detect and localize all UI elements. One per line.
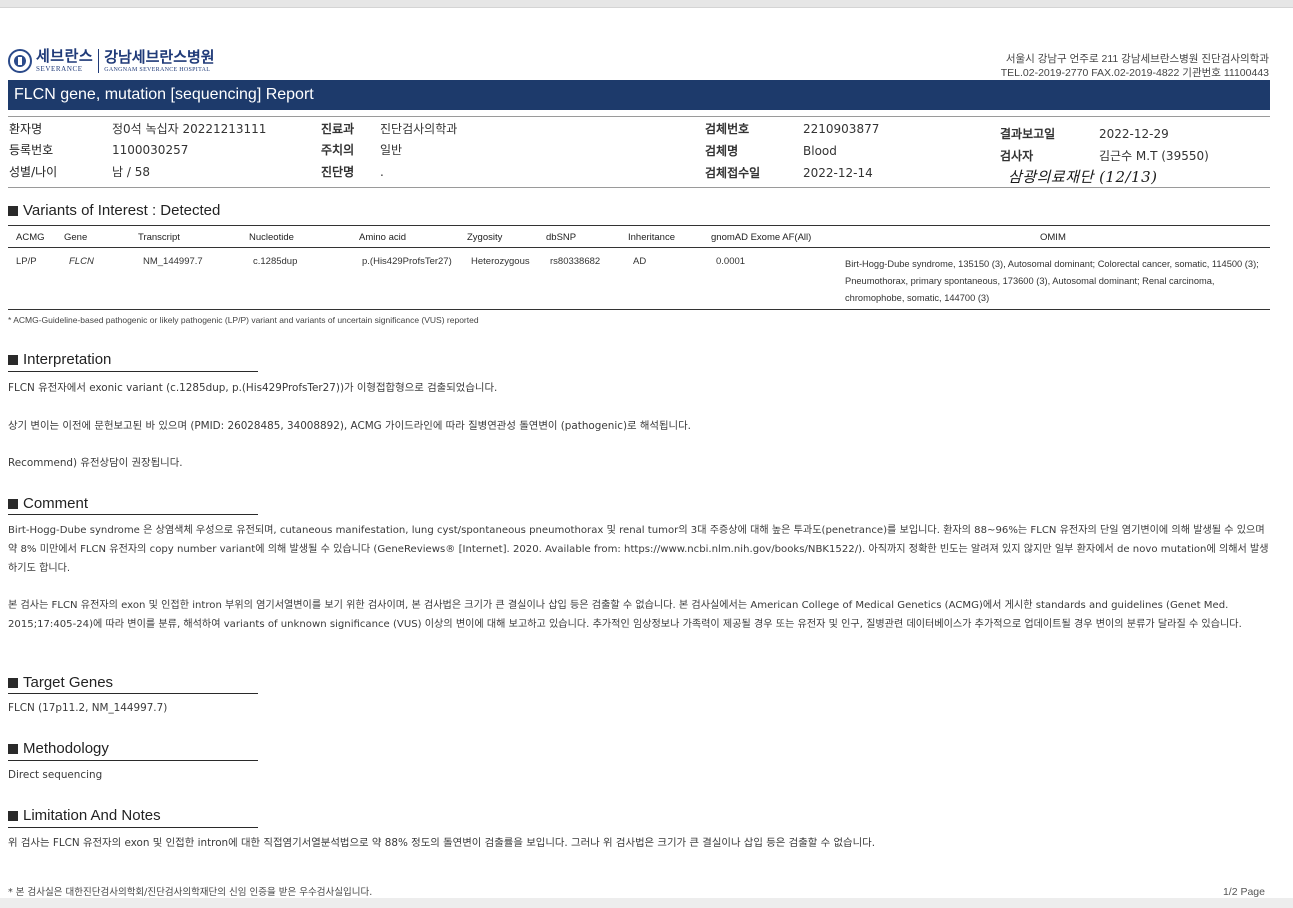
target-genes-rule bbox=[8, 693, 258, 694]
square-bullet-icon bbox=[8, 677, 18, 688]
col-nucleotide: Nucleotide bbox=[249, 232, 294, 243]
square-bullet-icon bbox=[8, 498, 18, 509]
col-gene: Gene bbox=[64, 232, 88, 243]
square-bullet-icon bbox=[8, 205, 18, 216]
interpretation-p3: Recommend) 유전상담이 권장됩니다. bbox=[8, 457, 183, 469]
limitation-text: 위 검사는 FLCN 유전자의 exon 및 인접한 intron에 대한 직접… bbox=[8, 837, 876, 849]
specimen-no-value: 2210903877 bbox=[803, 122, 880, 136]
cell-gnomad: 0.0001 bbox=[716, 256, 746, 267]
sex-age-value: 남 / 58 bbox=[112, 165, 150, 179]
table-bottom-rule bbox=[8, 309, 1270, 310]
cell-transcript: NM_144997.7 bbox=[143, 256, 203, 267]
info-bottom-rule bbox=[8, 187, 1270, 188]
severance-seal-icon bbox=[8, 49, 32, 73]
examiner-value: 김근수 M.T (39550) bbox=[1099, 149, 1209, 163]
report-page: 세브란스 SEVERANCE 강남세브란스병원 GANGNAM SEVERANC… bbox=[0, 0, 1293, 908]
interpretation-p1: FLCN 유전자에서 exonic variant (c.1285dup, p.… bbox=[8, 382, 498, 394]
info-top-rule bbox=[8, 116, 1270, 117]
received-date-label: 검체접수일 bbox=[705, 166, 761, 180]
doctor-value: 일반 bbox=[380, 143, 403, 157]
square-bullet-icon bbox=[8, 743, 18, 754]
page-number: 1/2 Page bbox=[1222, 886, 1265, 898]
brand-gangnam-en: GANGNAM SEVERANCE HOSPITAL bbox=[104, 66, 211, 73]
patient-name-label: 환자명 bbox=[9, 122, 43, 136]
accreditation-note: * 본 검사실은 대한진단검사의학회/진단검사의학재단의 신임 인증을 받은 우… bbox=[8, 887, 373, 898]
col-transcript: Transcript bbox=[138, 232, 180, 243]
sex-age-label: 성별/나이 bbox=[9, 165, 58, 179]
diagnosis-label: 진단명 bbox=[321, 165, 355, 179]
examiner-label: 검사자 bbox=[1000, 149, 1034, 163]
methodology-heading-text: Methodology bbox=[23, 740, 109, 757]
report-title: FLCN gene, mutation [sequencing] Report bbox=[8, 80, 1270, 110]
hospital-address: 서울시 강남구 언주로 211 강남세브란스병원 진단검사의학과 TEL.02-… bbox=[1001, 52, 1269, 80]
brand-divider bbox=[98, 49, 100, 73]
limitation-heading-text: Limitation And Notes bbox=[23, 807, 161, 824]
diagnosis-value: . bbox=[380, 165, 384, 179]
square-bullet-icon bbox=[8, 354, 18, 365]
interpretation-p2: 상기 변이는 이전에 문헌보고된 바 있으며 (PMID: 26028485, … bbox=[8, 420, 691, 432]
col-acmg: ACMG bbox=[16, 232, 45, 243]
address-line-2: TEL.02-2019-2770 FAX.02-2019-4822 기관번호 1… bbox=[1000, 67, 1269, 79]
hospital-logo: 세브란스 SEVERANCE 강남세브란스병원 GANGNAM SEVERANC… bbox=[8, 46, 215, 76]
brand-severance: 세브란스 SEVERANCE bbox=[36, 49, 93, 73]
brand-gangnam-ko: 강남세브란스병원 bbox=[104, 47, 215, 66]
brand-gangnam: 강남세브란스병원 GANGNAM SEVERANCE HOSPITAL bbox=[104, 47, 215, 73]
col-amino-acid: Amino acid bbox=[359, 232, 406, 243]
cell-gene: FLCN bbox=[69, 256, 94, 267]
brand-severance-en: SEVERANCE bbox=[36, 65, 83, 73]
address-line-1: 서울시 강남구 언주로 211 강남세브란스병원 진단검사의학과 bbox=[1005, 53, 1269, 65]
cell-dbsnp: rs80338682 bbox=[550, 256, 601, 267]
cell-amino-acid: p.(His429ProfsTer27) bbox=[362, 256, 452, 267]
specimen-no-label: 검체번호 bbox=[705, 122, 750, 136]
col-dbsnp: dbSNP bbox=[546, 232, 577, 243]
brand-severance-ko: 세브란스 bbox=[36, 47, 94, 65]
limitation-rule bbox=[8, 827, 258, 828]
scanner-bottom-band bbox=[0, 898, 1293, 908]
dept-value: 진단검사의학과 bbox=[380, 122, 458, 136]
interpretation-rule bbox=[8, 371, 258, 372]
methodology-heading: Methodology bbox=[8, 740, 109, 757]
interpretation-heading-text: Interpretation bbox=[23, 351, 112, 368]
patient-name-value: 정0석 녹십자 20221213111 bbox=[112, 122, 267, 136]
cell-omim: Birt-Hogg-Dube syndrome, 135150 (3), Aut… bbox=[845, 259, 1259, 303]
reg-no-value: 1100030257 bbox=[112, 143, 189, 157]
variants-heading-text: Variants of Interest : Detected bbox=[23, 202, 221, 219]
comment-p2: 본 검사는 FLCN 유전자의 exon 및 인접한 intron 부위의 염기… bbox=[8, 600, 1242, 630]
cell-nucleotide: c.1285dup bbox=[253, 256, 298, 267]
comment-rule bbox=[8, 514, 258, 515]
doctor-label: 주치의 bbox=[321, 143, 355, 157]
cell-zygosity: Heterozygous bbox=[471, 256, 530, 267]
square-bullet-icon bbox=[8, 810, 18, 821]
limitation-heading: Limitation And Notes bbox=[8, 807, 161, 824]
methodology-rule bbox=[8, 760, 258, 761]
target-genes-text: FLCN (17p11.2, NM_144997.7) bbox=[8, 702, 168, 714]
cell-acmg: LP/P bbox=[16, 256, 37, 267]
result-date-label: 결과보고일 bbox=[1000, 127, 1056, 141]
comment-heading-text: Comment bbox=[23, 495, 89, 512]
result-date-value: 2022-12-29 bbox=[1099, 127, 1169, 141]
col-omim: OMIM bbox=[1040, 232, 1066, 243]
col-inheritance: Inheritance bbox=[628, 232, 676, 243]
table-top-rule bbox=[8, 225, 1270, 226]
col-gnomad: gnomAD Exome AF(All) bbox=[711, 232, 812, 243]
acmg-footnote: * ACMG-Guideline-based pathogenic or lik… bbox=[8, 315, 479, 325]
cell-inheritance: AD bbox=[633, 256, 647, 267]
target-genes-heading-text: Target Genes bbox=[23, 674, 114, 691]
received-date-value: 2022-12-14 bbox=[803, 166, 873, 180]
dept-label: 진료과 bbox=[321, 122, 355, 136]
specimen-value: Blood bbox=[803, 144, 837, 158]
scanner-top-band bbox=[0, 0, 1293, 8]
methodology-text: Direct sequencing bbox=[8, 769, 103, 781]
reg-no-label: 등록번호 bbox=[9, 143, 54, 157]
col-zygosity: Zygosity bbox=[467, 232, 503, 243]
handwritten-note: 삼광의료재단 (12/13) bbox=[1008, 168, 1158, 186]
comment-heading: Comment bbox=[8, 495, 88, 512]
comment-p1: Birt-Hogg-Dube syndrome 은 상염색체 우성으로 유전되며… bbox=[8, 525, 1269, 574]
specimen-label: 검체명 bbox=[705, 144, 739, 158]
interpretation-heading: Interpretation bbox=[8, 351, 111, 368]
variants-heading: Variants of Interest : Detected bbox=[8, 202, 220, 219]
table-header-rule bbox=[8, 247, 1270, 248]
target-genes-heading: Target Genes bbox=[8, 674, 113, 691]
